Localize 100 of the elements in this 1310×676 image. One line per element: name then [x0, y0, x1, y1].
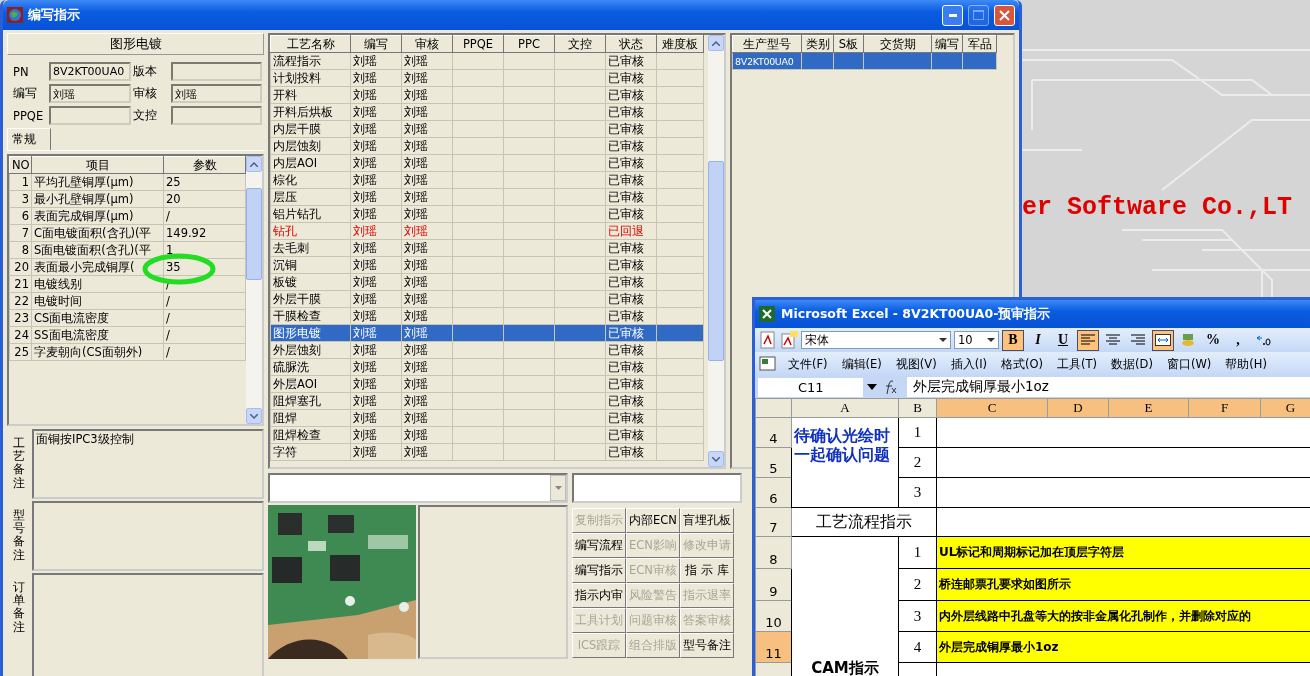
format-button[interactable]: I — [1027, 329, 1049, 351]
table-cell[interactable]: 沉铜 — [270, 256, 351, 274]
table-cell[interactable]: 刘瑶 — [350, 392, 402, 410]
name-box[interactable]: C11 — [758, 377, 863, 397]
table-cell[interactable]: 棕化 — [270, 171, 351, 189]
table-cell[interactable]: 刘瑶 — [350, 358, 402, 376]
table-cell[interactable]: 已审核 — [605, 443, 657, 461]
table-cell[interactable]: 已审核 — [605, 52, 657, 70]
table-cell[interactable]: 刘瑶 — [401, 392, 453, 410]
column-header[interactable]: G — [1260, 398, 1310, 418]
sheet-cell[interactable]: 内外层线路中孔盘等大的按非金属化孔制作，并删除对应的 — [936, 600, 1310, 632]
table-cell[interactable]: 字符 — [270, 443, 351, 461]
table-cell[interactable]: 刘瑶 — [350, 222, 402, 240]
table-cell[interactable]: 刘瑶 — [350, 188, 402, 206]
table-cell[interactable]: 阻焊塞孔 — [270, 392, 351, 410]
table-cell[interactable]: 刘瑶 — [350, 103, 402, 121]
menu-item[interactable]: 格式(O) — [994, 356, 1051, 372]
table-cell[interactable]: 刘瑶 — [350, 171, 402, 189]
input-field[interactable] — [572, 473, 742, 503]
table-cell[interactable]: 刘瑶 — [350, 290, 402, 308]
table-cell[interactable]: 阻焊 — [270, 409, 351, 427]
table-cell[interactable]: 刘瑶 — [350, 375, 402, 393]
table-cell[interactable]: 刘瑶 — [350, 426, 402, 444]
table-cell[interactable]: 刘瑶 — [401, 426, 453, 444]
table-cell[interactable]: 已审核 — [605, 86, 657, 104]
table-cell[interactable]: 去毛刺 — [270, 239, 351, 257]
merge-button[interactable] — [1152, 329, 1174, 351]
close-button[interactable] — [994, 4, 1015, 26]
table-cell[interactable]: 已审核 — [605, 171, 657, 189]
sheet-cell[interactable]: UL标记和周期标记加在顶层字符层 — [936, 536, 1310, 569]
action-button[interactable]: 编写指示 — [572, 558, 626, 583]
action-button[interactable]: 指 示 库 — [680, 558, 734, 583]
table-cell[interactable]: 刘瑶 — [401, 341, 453, 359]
row-header[interactable]: 11 — [755, 631, 792, 663]
table-cell[interactable]: 刘瑶 — [350, 154, 402, 172]
menu-item[interactable]: 窗口(W) — [1159, 356, 1219, 372]
menu-item[interactable]: 数据(D) — [1104, 356, 1160, 372]
table-cell[interactable]: 刘瑶 — [350, 239, 402, 257]
menu-item[interactable]: 编辑(E) — [834, 356, 889, 372]
table-cell[interactable]: 刘瑶 — [401, 171, 453, 189]
font-size-select[interactable]: 10 — [954, 331, 999, 349]
scrollbar[interactable] — [708, 35, 724, 467]
table-cell[interactable]: 刘瑶 — [350, 409, 402, 427]
minimize-button[interactable] — [942, 4, 963, 26]
table-cell[interactable]: 刘瑶 — [401, 358, 453, 376]
table-cell[interactable]: 内层蚀刻 — [270, 137, 351, 155]
note-field[interactable] — [32, 573, 264, 676]
table-cell[interactable]: 刘瑶 — [401, 273, 453, 291]
table-cell[interactable]: 已审核 — [605, 273, 657, 291]
table-cell[interactable]: 开料后烘板 — [270, 103, 351, 121]
table-cell[interactable]: 刘瑶 — [401, 443, 453, 461]
pdf-icon[interactable] — [759, 331, 777, 349]
table-cell[interactable]: 已审核 — [605, 137, 657, 155]
menu-item[interactable]: 视图(V) — [888, 356, 944, 372]
format-button[interactable]: B — [1002, 329, 1024, 351]
pdf-comment-icon[interactable] — [780, 331, 798, 349]
table-cell[interactable]: 刘瑶 — [401, 103, 453, 121]
column-header[interactable]: E — [1108, 398, 1189, 418]
table-cell[interactable]: 外层干膜 — [270, 290, 351, 308]
sheet-cell[interactable]: 工艺流程指示 — [791, 507, 937, 537]
sheet-cell[interactable]: 待确认光绘时一起确认问题 — [791, 417, 899, 508]
table-cell[interactable]: 已审核 — [605, 426, 657, 444]
column-header[interactable]: C — [936, 398, 1048, 418]
table-cell[interactable]: 刘瑶 — [350, 273, 402, 291]
table-cell[interactable]: 已审核 — [605, 69, 657, 87]
table-cell[interactable]: 阻焊检查 — [270, 426, 351, 444]
table-cell[interactable]: 已审核 — [605, 154, 657, 172]
table-cell[interactable]: 刘瑶 — [350, 69, 402, 87]
table-cell[interactable]: 已审核 — [605, 341, 657, 359]
input-field[interactable]: 刘瑶 — [49, 84, 131, 103]
table-cell[interactable]: 已审核 — [605, 358, 657, 376]
table-cell[interactable]: 刘瑶 — [350, 341, 402, 359]
font-select[interactable]: 宋体 — [801, 331, 951, 349]
row-header[interactable]: 6 — [755, 477, 792, 508]
scroll-up-icon[interactable] — [250, 161, 258, 167]
table-cell[interactable]: 刘瑶 — [350, 86, 402, 104]
sheet-icon[interactable] — [759, 356, 777, 372]
table-cell[interactable]: 已审核 — [605, 290, 657, 308]
table-cell[interactable]: 内层AOI — [270, 154, 351, 172]
row-header[interactable]: 8 — [755, 536, 792, 569]
table-cell[interactable]: 已审核 — [605, 188, 657, 206]
table-cell[interactable]: 硫脲洗 — [270, 358, 351, 376]
table-cell[interactable]: 刘瑶 — [350, 256, 402, 274]
input-field[interactable] — [49, 106, 131, 125]
row-header[interactable]: 7 — [755, 507, 792, 537]
table-cell[interactable]: 内层干膜 — [270, 120, 351, 138]
table-cell[interactable]: 计划投料 — [270, 69, 351, 87]
table-cell[interactable]: 外层蚀刻 — [270, 341, 351, 359]
table-cell[interactable]: 刘瑶 — [401, 222, 453, 240]
table-cell[interactable]: 已审核 — [605, 103, 657, 121]
input-field[interactable]: 刘瑶 — [171, 84, 262, 103]
table-cell[interactable]: 刘瑶 — [401, 256, 453, 274]
menu-item[interactable]: 插入(I) — [943, 356, 995, 372]
table-cell[interactable]: 已回退 — [605, 222, 657, 240]
table-cell[interactable]: 已审核 — [605, 256, 657, 274]
format-button[interactable]: % — [1202, 329, 1224, 351]
table-cell[interactable]: 刘瑶 — [401, 205, 453, 223]
table-cell[interactable]: 刘瑶 — [401, 188, 453, 206]
row-header[interactable]: 10 — [755, 600, 792, 632]
table-cell[interactable]: 刘瑶 — [350, 137, 402, 155]
